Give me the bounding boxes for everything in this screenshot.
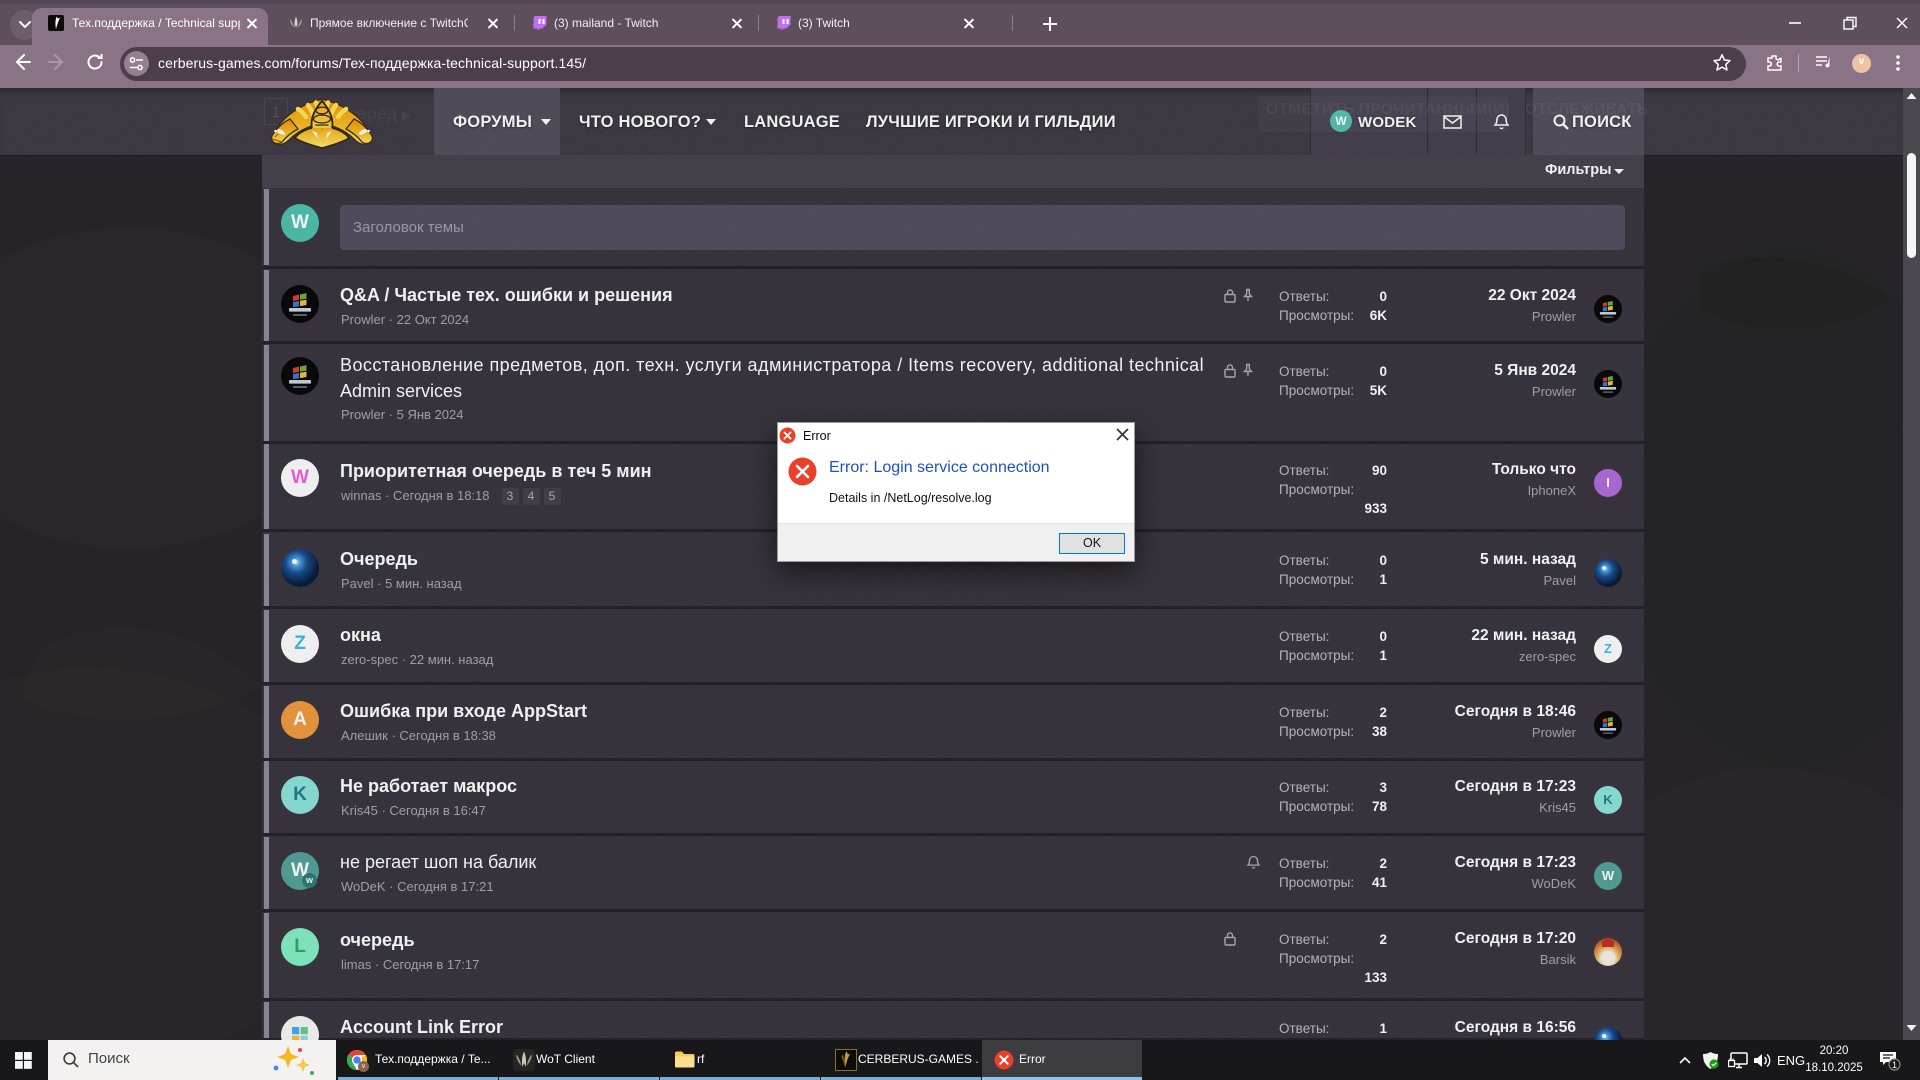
- svg-text:1: 1: [1892, 1060, 1897, 1070]
